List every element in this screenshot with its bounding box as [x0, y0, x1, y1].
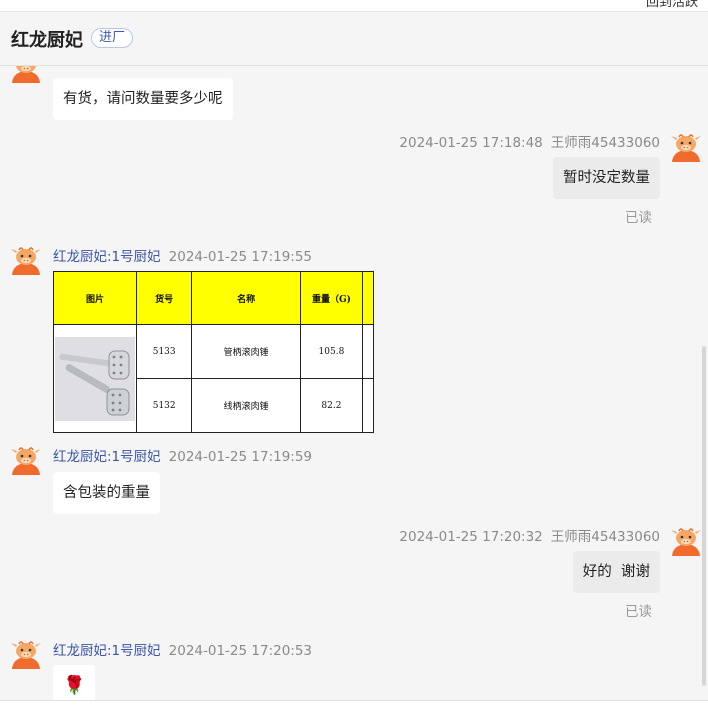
message-bubble[interactable]: 暂时没定数量: [553, 157, 660, 199]
product-name: 线柄滚肉锤: [191, 378, 301, 433]
message-meta: 2024-01-25 17:18:48 王师雨45433060: [399, 131, 660, 151]
avatar[interactable]: [10, 638, 42, 670]
table-cell: [362, 324, 374, 379]
message-meta: 红龙厨妃:1号厨妃 2024-01-25 17:19:59: [53, 445, 312, 465]
product-name: 管柄滚肉锤: [191, 324, 301, 379]
image-message[interactable]: 图片 货号 名称 重量（G) 5133 管柄滚肉锤 105.8 5132 线柄滚…: [53, 271, 374, 433]
top-strip-text[interactable]: 回到活跃: [646, 0, 698, 10]
product-weight: 82.2: [299, 378, 364, 433]
avatar[interactable]: [670, 131, 702, 163]
message-meta: 红龙厨妃:1号厨妃 2024-01-25 17:19:55: [53, 245, 312, 265]
message-sender: 王师雨45433060: [550, 135, 660, 151]
top-strip: 回到活跃: [0, 0, 708, 12]
avatar[interactable]: [10, 66, 42, 84]
product-code: 5133: [135, 324, 193, 379]
avatar[interactable]: [670, 525, 702, 557]
table-header-cell: 重量（G): [299, 271, 364, 325]
rose-emoji-message[interactable]: 🌹: [53, 665, 96, 700]
chat-title: 红龙厨妃: [11, 30, 83, 51]
message-bubble[interactable]: 好的 谢谢: [572, 551, 660, 593]
read-status: 已读: [625, 210, 652, 226]
message-meta: 2024-01-25 17:20:32 王师雨45433060: [399, 525, 660, 545]
message-bubble[interactable]: 有货，请问数量要多少呢: [53, 78, 233, 120]
message-list[interactable]: 有货，请问数量要多少呢 2024-01-25 17:18:48 王师雨454330…: [0, 66, 708, 700]
message-time: 2024-01-25 17:20:53: [168, 643, 313, 659]
table-header-cell: 货号: [135, 271, 193, 325]
input-toolbar[interactable]: [0, 700, 708, 715]
product-table: 图片 货号 名称 重量（G) 5133 管柄滚肉锤 105.8 5132 线柄滚…: [53, 271, 374, 433]
message-sender[interactable]: 红龙厨妃:1号厨妃: [53, 249, 161, 265]
scrollbar[interactable]: [702, 346, 706, 686]
product-photo-cell: [53, 324, 137, 433]
message-time: 2024-01-25 17:19:55: [168, 249, 313, 265]
message-time: 2024-01-25 17:20:32: [399, 529, 543, 545]
message-sender: 王师雨45433060: [550, 529, 660, 545]
message-sender[interactable]: 红龙厨妃:1号厨妃: [53, 643, 161, 659]
enter-store-badge[interactable]: 进厂: [91, 28, 134, 48]
message-time: 2024-01-25 17:18:48: [399, 135, 543, 151]
avatar[interactable]: [10, 244, 42, 276]
product-code: 5132: [135, 378, 193, 433]
chat-header: 红龙厨妃 进厂: [0, 12, 708, 66]
message-meta: 红龙厨妃:1号厨妃 2024-01-25 17:20:53: [53, 639, 312, 659]
meat-tenderizer-image: [54, 336, 135, 421]
table-header-cell: 图片: [53, 271, 137, 325]
message-time: 2024-01-25 17:19:59: [168, 449, 313, 465]
table-header-cell: 名称: [191, 271, 301, 325]
avatar[interactable]: [10, 444, 42, 476]
read-status: 已读: [625, 604, 652, 620]
table-header-cell: [362, 271, 374, 325]
message-sender[interactable]: 红龙厨妃:1号厨妃: [53, 449, 161, 465]
message-bubble[interactable]: 含包装的重量: [53, 472, 160, 514]
table-cell: [362, 378, 374, 433]
product-weight: 105.8: [299, 324, 364, 379]
